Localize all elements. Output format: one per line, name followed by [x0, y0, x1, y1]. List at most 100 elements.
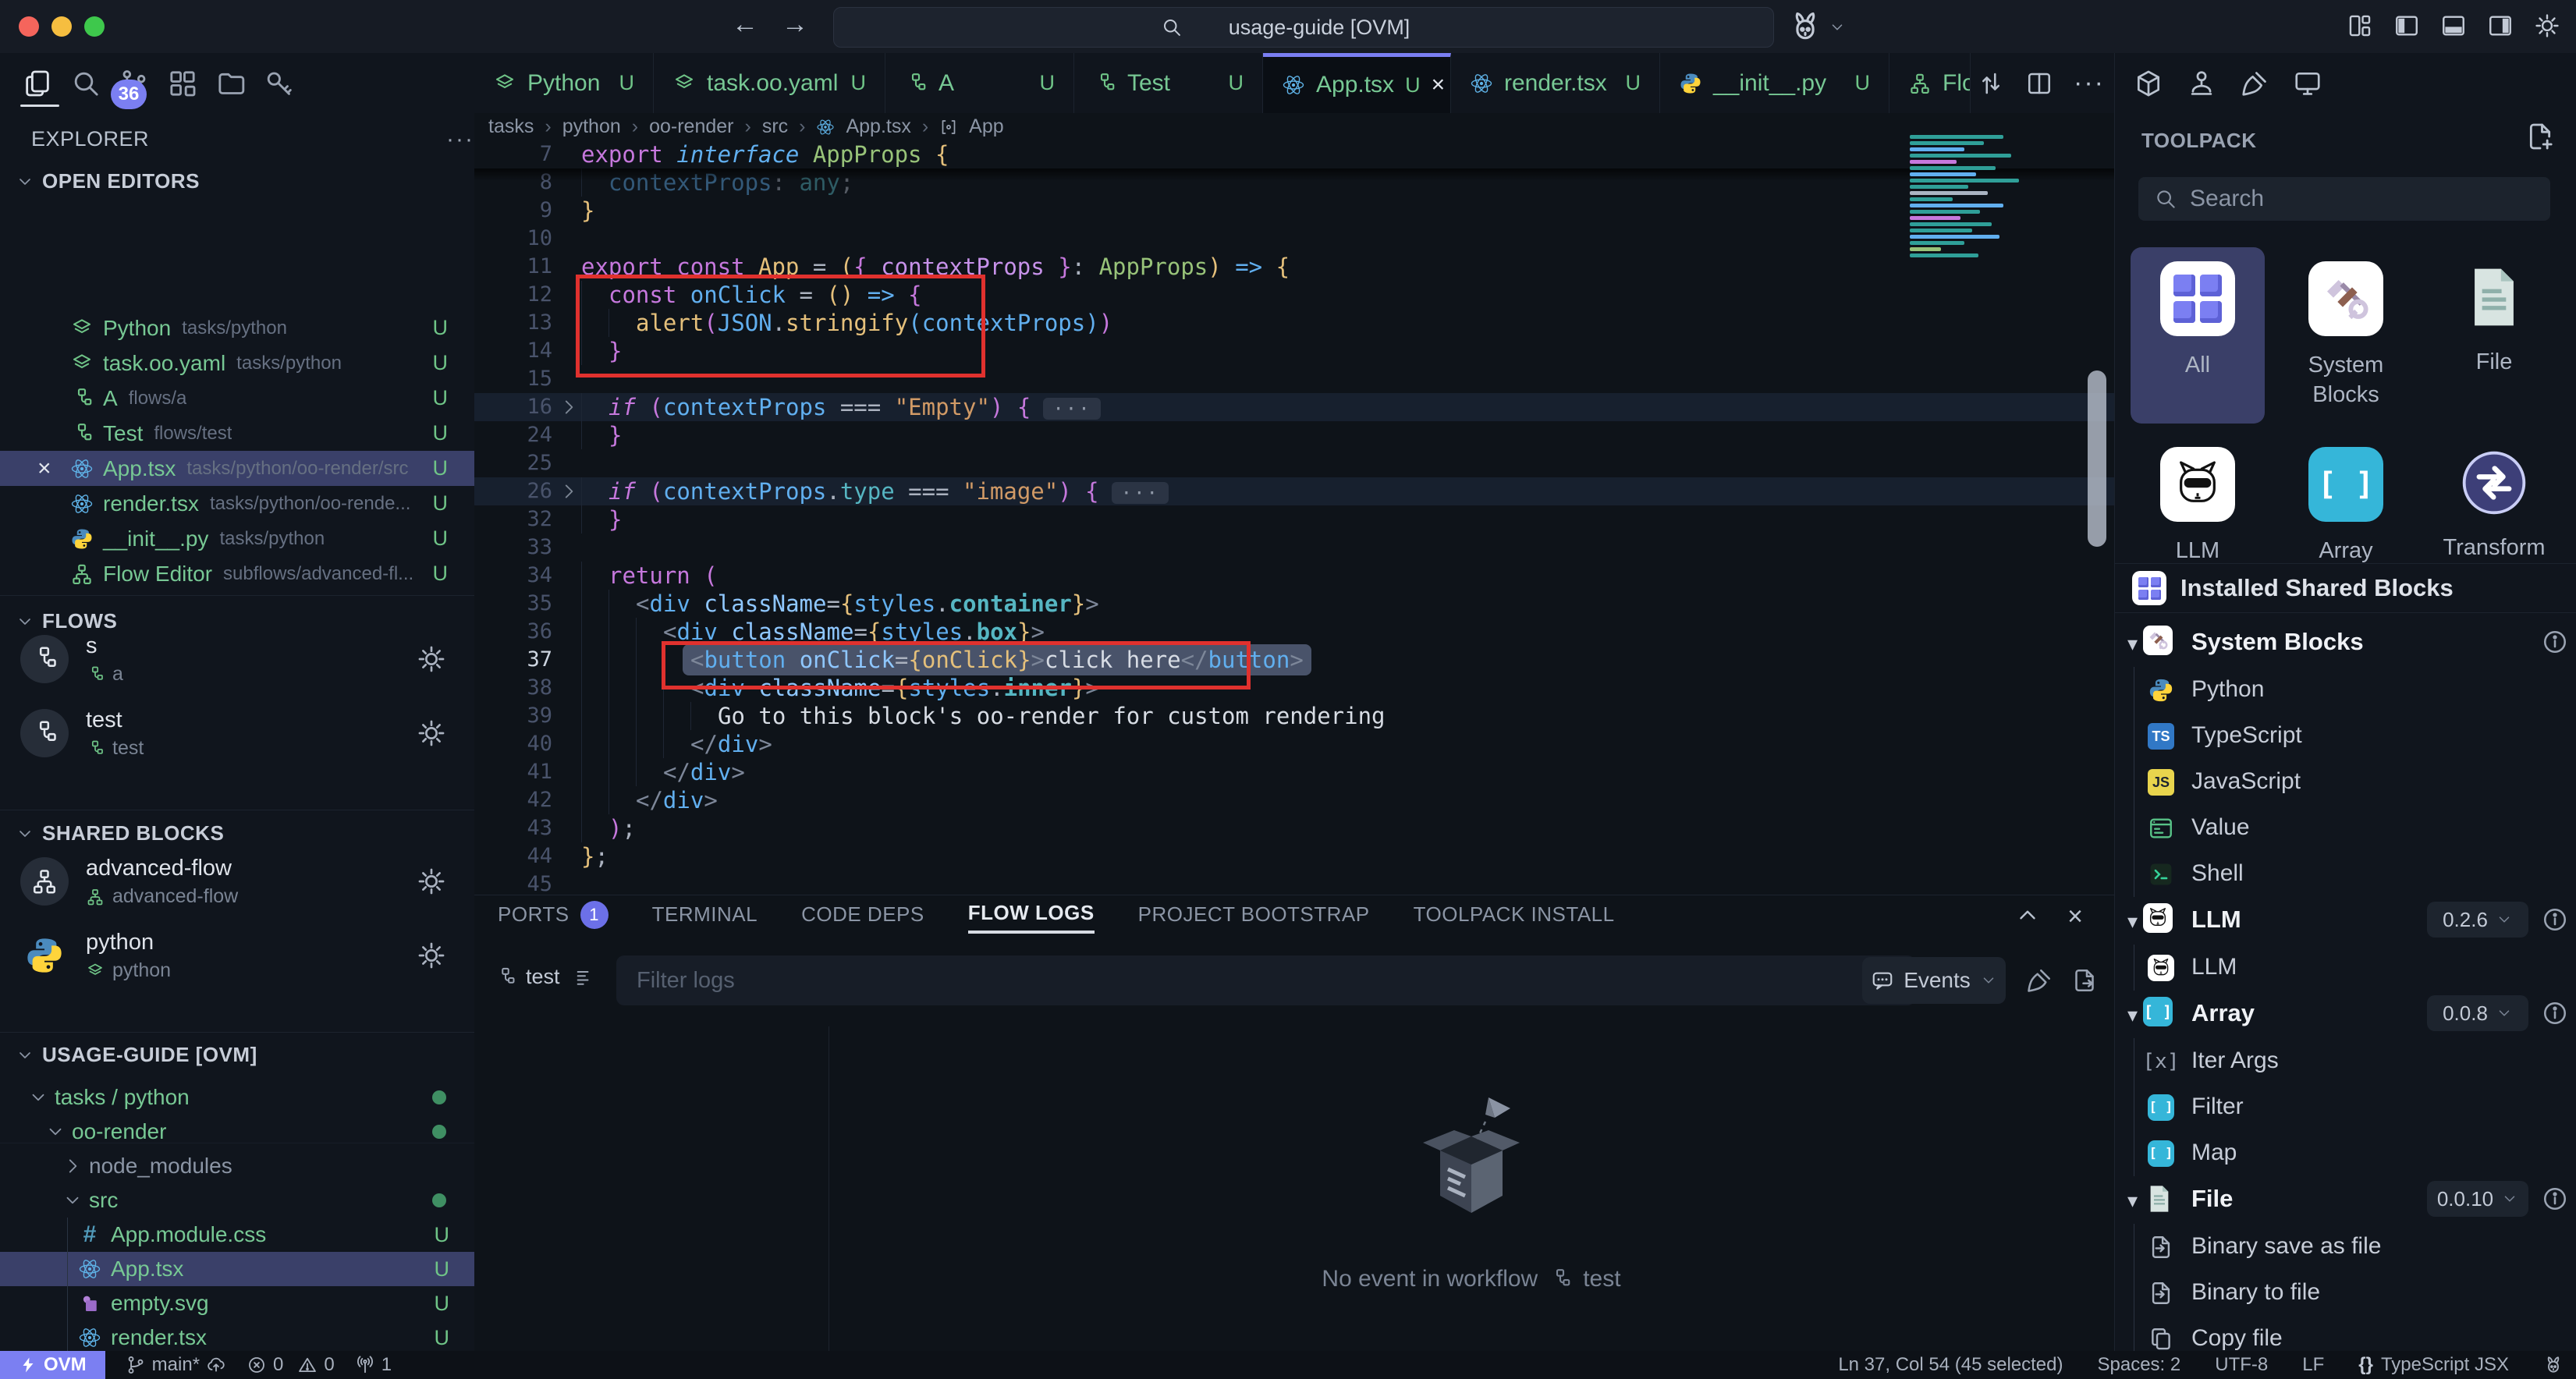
tab-task-oo-yaml[interactable]: task.oo.yamlU: [654, 53, 885, 113]
cube-icon[interactable]: [2134, 69, 2163, 98]
new-toolpack-icon[interactable]: [2525, 121, 2556, 152]
broom-icon[interactable]: [2240, 69, 2269, 98]
tab-python[interactable]: PythonU: [474, 53, 654, 113]
block-item-llm[interactable]: LLM: [2115, 945, 2576, 991]
blocks-icon[interactable]: [167, 68, 198, 99]
breadcrumb-item[interactable]: src: [762, 115, 788, 138]
info-icon[interactable]: [2541, 1185, 2569, 1213]
code-line-9[interactable]: 9}: [474, 197, 2114, 225]
tab-init-py[interactable]: __init__.pyU: [1660, 53, 1889, 113]
breadcrumb-item[interactable]: App: [969, 115, 1003, 138]
block-item-binary-to-file[interactable]: Binary to file: [2115, 1270, 2576, 1316]
toolpack-card-array[interactable]: [ ]Array: [2279, 433, 2413, 565]
code-line-32[interactable]: 32}: [474, 505, 2114, 534]
block-section-system-blocks[interactable]: ▾System Blocks: [2115, 619, 2576, 665]
filter-logs-input[interactable]: [635, 967, 1872, 994]
clear-logs-broom-icon[interactable]: [2025, 966, 2053, 994]
status-typescript-jsx[interactable]: {}TypeScript JSX: [2358, 1354, 2509, 1376]
tab-flow[interactable]: Flow: [1889, 53, 1971, 113]
tree-item-app-tsx[interactable]: App.tsxU: [0, 1252, 474, 1286]
ports-status[interactable]: 1: [355, 1354, 392, 1376]
layout-grid-icon[interactable]: [2347, 12, 2373, 39]
tab-test[interactable]: TestU: [1074, 53, 1263, 113]
folder-icon[interactable]: [215, 68, 247, 99]
fold-chevron-icon[interactable]: [559, 481, 579, 502]
shared-blocks-header[interactable]: SHARED BLOCKS: [0, 821, 475, 845]
toolpack-card-all[interactable]: All: [2131, 247, 2265, 424]
code-line-45[interactable]: 45: [474, 870, 2114, 895]
log-list-icon[interactable]: [574, 966, 596, 988]
folded-code-badge[interactable]: ···: [1043, 398, 1100, 420]
chevron-down-icon[interactable]: ▾: [2127, 1189, 2138, 1213]
panel-tab-terminal[interactable]: TERMINAL: [652, 895, 758, 934]
gear-icon[interactable]: [417, 941, 446, 970]
tree-item-src[interactable]: src: [0, 1183, 474, 1218]
code-line-39[interactable]: 39Go to this block's oo-render for custo…: [474, 702, 2114, 730]
shared-block-item-python[interactable]: pythonpython: [0, 920, 474, 992]
toolpack-card-transform[interactable]: Transform: [2427, 433, 2561, 562]
status-lf[interactable]: LF: [2302, 1354, 2324, 1376]
panel-right-icon[interactable]: [2487, 12, 2514, 39]
search-icon[interactable]: [70, 68, 101, 99]
back-icon[interactable]: ←: [732, 9, 758, 40]
more-actions-icon[interactable]: ···: [2074, 68, 2105, 98]
info-icon[interactable]: [2541, 628, 2569, 656]
code-line-40[interactable]: 40</div>: [474, 730, 2114, 758]
gear-icon[interactable]: [417, 718, 446, 748]
block-section-llm[interactable]: ▾LLM0.2.6: [2115, 897, 2576, 943]
chevron-down-icon[interactable]: [1829, 19, 1846, 36]
code-line-35[interactable]: 35<div className={styles.container}>: [474, 590, 2114, 618]
block-item-shell[interactable]: Shell: [2115, 851, 2576, 897]
breadcrumb-item[interactable]: oo-render: [649, 115, 733, 138]
code-editor[interactable]: tasks›python›oo-render›src›App.tsx›App 7…: [474, 113, 2114, 895]
editor-scrollbar[interactable]: [2088, 370, 2106, 547]
version-dropdown[interactable]: 0.0.10: [2427, 1181, 2528, 1217]
open-editor-task-oo-yaml[interactable]: task.oo.yamltasks/pythonU: [0, 346, 474, 381]
status-utf-8[interactable]: UTF-8: [2215, 1354, 2268, 1376]
open-editor-python[interactable]: Pythontasks/pythonU: [0, 310, 474, 346]
panel-left-icon[interactable]: [2393, 12, 2420, 39]
block-item-typescript[interactable]: TSTypeScript: [2115, 713, 2576, 759]
panel-tab-project-bootstrap[interactable]: PROJECT BOOTSTRAP: [1138, 895, 1370, 934]
block-item-value[interactable]: Value: [2115, 805, 2576, 851]
chevron-down-icon[interactable]: ▾: [2127, 909, 2138, 934]
assistant-bunny-icon[interactable]: [1788, 9, 1822, 44]
version-dropdown[interactable]: 0.0.8: [2427, 995, 2528, 1031]
workspace-search[interactable]: [833, 7, 1774, 48]
workspace-header[interactable]: USAGE-GUIDE [OVM]: [0, 1043, 475, 1067]
panel-tab-ports[interactable]: PORTS1: [498, 895, 609, 934]
monitor-icon[interactable]: [2293, 69, 2322, 98]
toolpack-card-system-blocks[interactable]: System Blocks: [2279, 247, 2413, 409]
tree-item-app-module-css[interactable]: #App.module.cssU: [0, 1218, 474, 1252]
key-icon[interactable]: [264, 68, 295, 99]
workspace-search-input[interactable]: [1192, 15, 1446, 41]
code-line-25[interactable]: 25: [474, 449, 2114, 477]
open-editor-render-tsx[interactable]: render.tsxtasks/python/oo-rende...U: [0, 486, 474, 521]
code-line-26[interactable]: 26if (contextProps.type === "image") {··…: [474, 477, 2114, 505]
tree-item-empty-svg[interactable]: empty.svgU: [0, 1286, 474, 1321]
code-line-33[interactable]: 33: [474, 534, 2114, 562]
panel-tab-flow-logs[interactable]: FLOW LOGS: [968, 895, 1095, 934]
block-item-filter[interactable]: [ ]Filter: [2115, 1084, 2576, 1130]
panel-close-icon[interactable]: ×: [2067, 902, 2083, 932]
breadcrumb-item[interactable]: tasks: [488, 115, 534, 138]
block-item-map[interactable]: [ ]Map: [2115, 1130, 2576, 1176]
explorer-files-icon[interactable]: [22, 68, 53, 99]
ovm-status-badge[interactable]: OVM: [0, 1351, 105, 1379]
code-line-7[interactable]: 7export interface AppProps {: [474, 140, 2114, 168]
git-branch-status[interactable]: main*: [126, 1354, 226, 1376]
block-item-copy-file[interactable]: Copy file: [2115, 1316, 2576, 1351]
fold-chevron-icon[interactable]: [559, 397, 579, 417]
explorer-more-icon[interactable]: ···: [446, 126, 474, 153]
status-spaces-2[interactable]: Spaces: 2: [2098, 1354, 2181, 1376]
tree-item-oo-render[interactable]: oo-render: [0, 1115, 474, 1149]
block-item-iter-args[interactable]: [x]Iter Args: [2115, 1038, 2576, 1084]
code-line-34[interactable]: 34return (: [474, 562, 2114, 590]
toolpack-search-field[interactable]: [2138, 177, 2550, 221]
code-line-16[interactable]: 16if (contextProps === "Empty") {···: [474, 393, 2114, 421]
open-editor-flow-editor[interactable]: Flow Editorsubflows/advanced-fl...U: [0, 556, 474, 591]
problems-status[interactable]: 0 0: [247, 1354, 335, 1376]
code-line-43[interactable]: 43);: [474, 814, 2114, 842]
block-item-python[interactable]: Python: [2115, 667, 2576, 713]
gear-icon[interactable]: [417, 644, 446, 674]
